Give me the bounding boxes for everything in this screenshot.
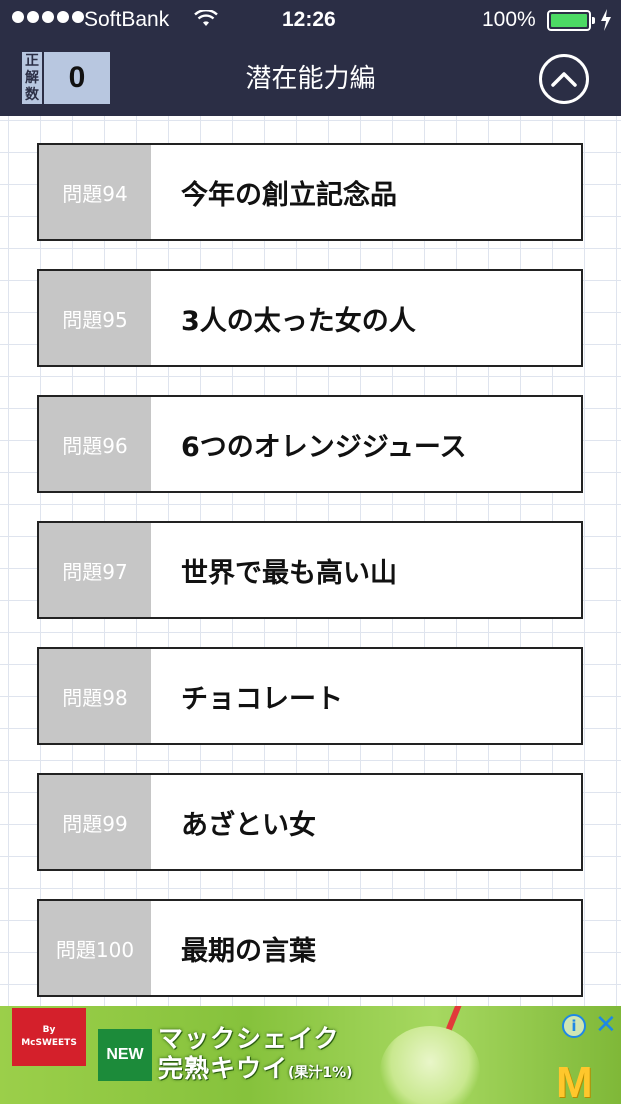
ad-headline-line1: マックシェイク <box>158 1024 340 1053</box>
question-item[interactable]: 問題99 あざとい女 <box>37 773 583 871</box>
ad-brand-logo: By McSWEETS <box>12 1008 86 1066</box>
question-item[interactable]: 問題96 6つのオレンジジュース <box>37 395 583 493</box>
ad-close-icon[interactable]: ✕ <box>595 1012 617 1038</box>
ad-shake-image <box>380 1026 480 1104</box>
scroll-up-button[interactable] <box>539 54 589 104</box>
question-item[interactable]: 問題97 世界で最も高い山 <box>37 521 583 619</box>
question-title: あざとい女 <box>181 809 316 841</box>
question-list-area[interactable]: 問題94 今年の創立記念品 問題95 3人の太った女の人 問題96 6つのオレン… <box>0 116 621 1006</box>
question-item[interactable]: 問題94 今年の創立記念品 <box>37 143 583 241</box>
question-item[interactable]: 問題98 チョコレート <box>37 647 583 745</box>
question-number: 問題97 <box>39 523 151 617</box>
question-item[interactable]: 問題95 3人の太った女の人 <box>37 269 583 367</box>
ad-headline: マックシェイク 完熟キウイ(果汁1%) <box>158 1024 353 1088</box>
carrier-name: SoftBank <box>84 8 170 31</box>
question-title: 3人の太った女の人 <box>181 305 416 337</box>
question-number: 問題95 <box>39 271 151 365</box>
battery-icon <box>547 10 595 31</box>
score-value: 0 <box>44 52 110 104</box>
question-list: 問題94 今年の創立記念品 問題95 3人の太った女の人 問題96 6つのオレン… <box>37 143 583 1025</box>
signal-strength-icon <box>12 11 84 23</box>
question-number: 問題94 <box>39 145 151 239</box>
score-label: 正 解 数 <box>22 52 42 104</box>
chevron-up-icon <box>551 72 577 87</box>
question-number: 問題98 <box>39 649 151 743</box>
question-title: 世界で最も高い山 <box>181 557 397 589</box>
ad-headline-line2: 完熟キウイ <box>158 1054 289 1083</box>
ad-info-icon[interactable]: i <box>562 1014 586 1038</box>
question-number: 問題99 <box>39 775 151 869</box>
question-title: 最期の言葉 <box>181 935 316 967</box>
mcdonalds-logo: M <box>556 1058 593 1104</box>
question-item[interactable]: 問題100 最期の言葉 <box>37 899 583 997</box>
question-title: 今年の創立記念品 <box>181 179 397 211</box>
nav-bar: 正 解 数 0 潜在能力編 <box>0 42 621 116</box>
question-number: 問題100 <box>39 901 151 995</box>
question-title: チョコレート <box>181 683 343 715</box>
charging-icon <box>600 9 612 37</box>
question-title: 6つのオレンジジュース <box>181 431 467 463</box>
battery-percent: 100% <box>482 8 536 31</box>
ad-headline-note: (果汁1%) <box>288 1065 353 1081</box>
wifi-icon <box>194 8 218 34</box>
status-bar: SoftBank 12:26 100% <box>0 0 621 42</box>
ad-banner[interactable]: By McSWEETS NEW マックシェイク 完熟キウイ(果汁1%) i ✕ … <box>0 1006 621 1104</box>
ad-new-badge: NEW <box>98 1029 152 1081</box>
clock: 12:26 <box>282 8 336 31</box>
question-number: 問題96 <box>39 397 151 491</box>
